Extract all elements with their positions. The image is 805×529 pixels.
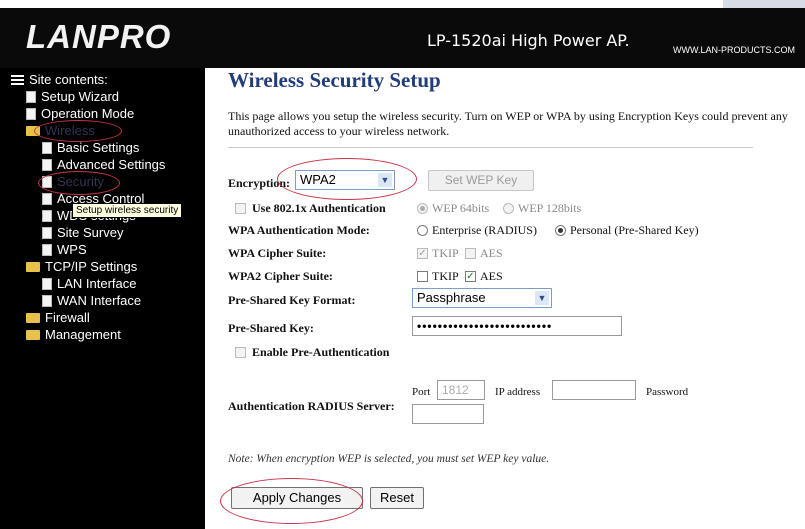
menu-icon <box>11 74 24 85</box>
page-icon <box>42 192 52 205</box>
sidebar-item-basic-settings[interactable]: Basic Settings <box>42 140 139 155</box>
page-icon <box>42 141 52 154</box>
wpa-cipher-label: WPA Cipher Suite: <box>228 246 327 260</box>
page-title: Wireless Security Setup <box>228 68 441 92</box>
sidebar: Site contents: Setup Wizard Operation Mo… <box>0 68 205 529</box>
psk-format-select[interactable]: Passphrase ▼ <box>412 288 552 308</box>
wep64-radio[interactable] <box>417 203 428 214</box>
chevron-down-icon: ▼ <box>535 291 549 305</box>
page-icon <box>42 226 52 239</box>
wpa-aes-checkbox[interactable] <box>465 248 476 259</box>
folder-open-icon <box>26 261 40 272</box>
enterprise-radius-radio[interactable] <box>417 225 428 236</box>
wpa-tkip-checkbox[interactable]: ✓ <box>417 248 428 259</box>
psk-format-label: Pre-Shared Key Format: <box>228 293 356 307</box>
sidebar-item-security[interactable]: Security <box>42 174 104 189</box>
sidebar-item-management[interactable]: Management <box>26 327 121 342</box>
ip-address-input[interactable] <box>552 380 636 400</box>
main-content: Wireless Security Setup This page allows… <box>205 68 805 529</box>
port-input[interactable]: 1812 <box>437 380 485 400</box>
wpa2-tkip-checkbox[interactable] <box>417 271 428 282</box>
sidebar-item-setup-wizard[interactable]: Setup Wizard <box>26 89 119 104</box>
wep-note: Note: When encryption WEP is selected, y… <box>228 453 550 465</box>
wep128-radio[interactable] <box>503 203 514 214</box>
password-label: Password <box>646 386 689 398</box>
port-label: Port <box>412 386 431 398</box>
sidebar-item-wireless[interactable]: Wireless <box>26 123 95 138</box>
personal-psk-radio[interactable] <box>555 225 566 236</box>
encryption-label: Encryption: <box>228 176 291 190</box>
set-wep-key-button[interactable]: Set WEP Key <box>428 170 534 191</box>
page-icon <box>42 243 52 256</box>
folder-icon <box>26 312 40 323</box>
apply-changes-button[interactable]: Apply Changes <box>231 487 363 509</box>
sidebar-title: Site contents: <box>11 72 108 87</box>
page-icon <box>26 107 36 120</box>
divider <box>228 147 753 148</box>
page-icon <box>42 158 52 171</box>
page-description: This page allows you setup the wireless … <box>228 109 788 138</box>
sidebar-item-firewall[interactable]: Firewall <box>26 310 90 325</box>
wep64-label: WEP 64bits <box>432 201 490 215</box>
personal-psk-label: Personal (Pre-Shared Key) <box>570 223 699 237</box>
page-icon <box>42 277 52 290</box>
sidebar-item-lan-interface[interactable]: LAN Interface <box>42 276 137 291</box>
header-banner: LANPRO LP-1520ai High Power AP. WWW.LAN-… <box>0 8 805 68</box>
sidebar-item-wps[interactable]: WPS <box>42 242 87 257</box>
sidebar-item-advanced-settings[interactable]: Advanced Settings <box>42 157 165 172</box>
page-icon <box>42 175 52 188</box>
radius-password-input[interactable] <box>412 404 484 424</box>
sidebar-item-site-survey[interactable]: Site Survey <box>42 225 123 240</box>
encryption-select[interactable]: WPA2 ▼ <box>295 170 395 190</box>
wpa2-cipher-label: WPA2 Cipher Suite: <box>228 269 333 283</box>
model-name: LP-1520ai High Power AP. <box>427 31 630 50</box>
reset-button[interactable]: Reset <box>370 487 424 509</box>
sidebar-item-operation-mode[interactable]: Operation Mode <box>26 106 134 121</box>
ip-address-label: IP address <box>495 386 541 398</box>
use-8021x-checkbox[interactable] <box>235 203 246 214</box>
lanpro-logo: LANPRO <box>26 18 172 55</box>
sidebar-item-wan-interface[interactable]: WAN Interface <box>42 293 141 308</box>
folder-open-icon <box>26 125 40 136</box>
wpa2-aes-label: AES <box>480 269 503 283</box>
wpa-auth-mode-label: WPA Authentication Mode: <box>228 223 370 237</box>
enterprise-radius-label: Enterprise (RADIUS) <box>432 223 537 237</box>
wpa2-aes-checkbox[interactable]: ✓ <box>465 271 476 282</box>
page-icon <box>42 294 52 307</box>
security-tooltip: Setup wireless security <box>72 203 183 218</box>
wpa2-tkip-label: TKIP <box>432 269 459 283</box>
page-icon <box>42 209 52 222</box>
wep128-label: WEP 128bits <box>518 201 582 215</box>
folder-icon <box>26 329 40 340</box>
wpa-tkip-label: TKIP <box>432 246 459 260</box>
psk-input[interactable]: •••••••••••••••••••••••••• <box>412 316 622 336</box>
sidebar-item-tcpip-settings[interactable]: TCP/IP Settings <box>26 259 137 274</box>
chevron-down-icon: ▼ <box>378 173 392 187</box>
wpa-aes-label: AES <box>480 246 503 260</box>
psk-label: Pre-Shared Key: <box>228 321 314 335</box>
page-icon <box>26 90 36 103</box>
radius-server-label: Authentication RADIUS Server: <box>228 399 395 413</box>
website-url: WWW.LAN-PRODUCTS.COM <box>673 45 795 55</box>
pre-auth-label: Enable Pre-Authentication <box>252 345 390 359</box>
use-8021x-label: Use 802.1x Authentication <box>252 201 386 215</box>
pre-auth-checkbox[interactable] <box>235 347 246 358</box>
